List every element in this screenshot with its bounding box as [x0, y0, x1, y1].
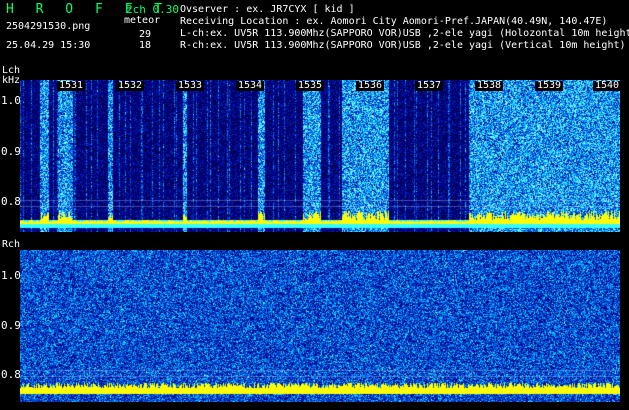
- datetime-label: 25.04.29 15:30: [6, 40, 91, 51]
- rch-label: Rch: [2, 239, 21, 250]
- lch-spectrogram: [20, 80, 620, 232]
- lch-info: L-ch:ex. UV5R 113.900Mhz(SAPPORO VOR)USB…: [180, 28, 629, 39]
- time-label-1533: 1533: [176, 80, 205, 91]
- time-label-1534: 1534: [236, 80, 265, 91]
- time-label-1531: 1531: [57, 80, 86, 91]
- rch-y-label-1: 1.0: [1, 269, 21, 282]
- time-label-1537: 1537: [415, 80, 444, 91]
- rch-spectrogram: [20, 250, 620, 402]
- time-label-1540: 1540: [593, 80, 622, 91]
- location-info: Receiving Location : ex. Aomori City Aom…: [180, 16, 608, 27]
- time-label-1536: 1536: [356, 80, 385, 91]
- lch-y-label-1: 1.0: [1, 94, 21, 107]
- meteor-count-rch: 18: [139, 40, 152, 51]
- meteor-count-lch: 29: [139, 29, 152, 40]
- rch-info: R-ch:ex. UV5R 113.900Mhz(SAPPORO VOR)USB…: [180, 40, 626, 51]
- filename-label: 2504291530.png: [6, 21, 91, 32]
- rch-y-label-2: 0.9: [1, 319, 21, 332]
- meteor-label: meteor: [124, 15, 161, 26]
- lch-y-label-3: 0.8: [1, 195, 21, 208]
- lch-unit: kHz: [2, 75, 21, 86]
- rch-y-label-3: 0.8: [1, 368, 21, 381]
- hroft-window: H R O F F T 2ch 0.30 meteor 2504291530.p…: [0, 0, 629, 410]
- time-label-1532: 1532: [116, 80, 145, 91]
- observer-info: Ovserver : ex. JR7CYX [ kid ]: [180, 4, 355, 15]
- time-label-1535: 1535: [296, 80, 325, 91]
- time-label-1538: 1538: [475, 80, 504, 91]
- lch-y-label-2: 0.9: [1, 145, 21, 158]
- version-label: 2ch 0.30: [126, 3, 179, 16]
- time-label-1539: 1539: [535, 80, 564, 91]
